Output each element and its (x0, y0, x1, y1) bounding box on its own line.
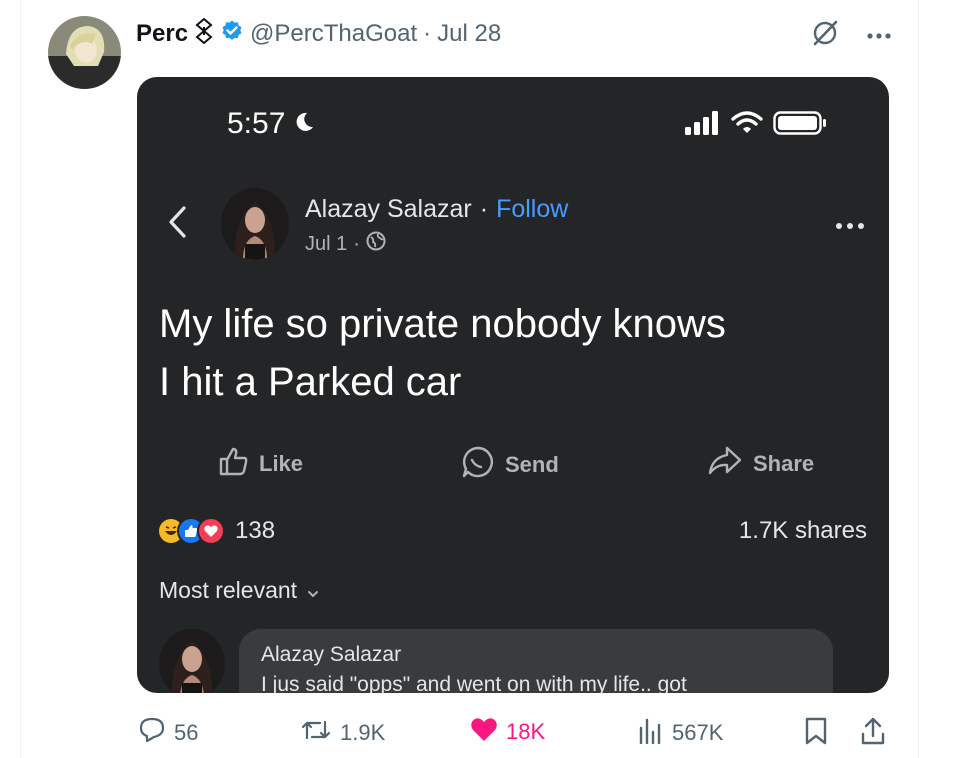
repost-button[interactable]: 1.9K (300, 716, 385, 750)
messenger-icon (461, 445, 495, 485)
author-avatar[interactable] (48, 16, 121, 89)
like-count: 18K (506, 719, 546, 744)
comment-sort[interactable]: Most relevant (159, 577, 319, 604)
views-button[interactable]: 567K (638, 716, 723, 750)
tweet-date[interactable]: Jul 28 (437, 20, 501, 48)
comment-author-avatar[interactable] (159, 629, 225, 693)
header-separator: · (423, 20, 432, 47)
user-handle[interactable]: @PercThaGoat (250, 20, 417, 48)
comment-text: I jus said "opps" and went on with my li… (261, 673, 687, 693)
share-icon[interactable] (860, 716, 886, 746)
attached-image[interactable]: 5:57 Alazay Salazar · Follow Jul 1 · My … (137, 77, 889, 693)
like-label: Like (259, 451, 304, 476)
thumbs-up-icon (217, 445, 249, 483)
post-meta-separator: · (353, 232, 360, 255)
repost-count: 1.9K (340, 720, 386, 745)
tweet-page: Perc @PercThaGoat · Jul 28 5:57 Alazay S… (0, 0, 958, 758)
post-author-separator: · (479, 195, 489, 223)
tweet-top-actions (810, 18, 892, 53)
post-date: Jul 1 (305, 232, 348, 255)
reply-button[interactable]: 56 (138, 716, 198, 750)
chevron-down-icon (307, 577, 319, 604)
display-name[interactable]: Perc (136, 20, 188, 48)
battery-icon (773, 111, 827, 140)
love-reaction-icon (197, 517, 225, 545)
like-button[interactable]: 18K (470, 716, 545, 748)
post-author-line: Alazay Salazar · Follow (305, 195, 568, 224)
repost-icon (300, 716, 332, 750)
reaction-count: 138 (235, 517, 276, 544)
send-label: Send (505, 452, 559, 477)
engagement-bar: 56 1.9K 18K 567K (134, 716, 894, 752)
back-chevron-icon[interactable] (167, 205, 187, 244)
like-action[interactable]: Like (217, 445, 303, 483)
post-author-avatar[interactable] (221, 188, 289, 260)
post-more-icon[interactable] (835, 217, 865, 235)
post-text: My life so private nobody knows I hit a … (159, 295, 869, 411)
status-time-text: 5:57 (227, 107, 286, 140)
share-label: Share (753, 451, 815, 476)
follow-button[interactable]: Follow (496, 195, 568, 224)
grok-icon[interactable] (810, 18, 840, 53)
heart-icon (470, 716, 498, 748)
share-action[interactable]: Share (707, 445, 814, 483)
post-author-name[interactable]: Alazay Salazar (305, 195, 472, 224)
reply-count: 56 (174, 720, 199, 745)
post-text-line-1: My life so private nobody knows (159, 302, 726, 346)
bookmark-icon[interactable] (804, 716, 828, 746)
column-border-left (20, 0, 21, 758)
tweet-header: Perc @PercThaGoat · Jul 28 (136, 17, 501, 51)
send-action[interactable]: Send (461, 445, 559, 485)
views-count: 567K (672, 720, 724, 745)
affiliate-badge-icon (194, 17, 214, 51)
post-actions: Like Send Share (137, 445, 889, 481)
globe-icon (366, 231, 386, 257)
reaction-summary[interactable]: 138 (157, 517, 275, 545)
reply-icon (138, 716, 166, 750)
analytics-icon (638, 716, 664, 750)
share-arrow-icon (707, 445, 743, 483)
moon-icon (293, 107, 315, 141)
shares-count[interactable]: 1.7K shares (739, 517, 867, 545)
status-bar-time: 5:57 (227, 107, 315, 141)
verified-badge-icon (220, 19, 244, 50)
post-meta: Jul 1 · (305, 231, 386, 257)
comment-bubble[interactable]: Alazay Salazar I jus said "opps" and wen… (239, 629, 833, 693)
sort-label: Most relevant (159, 577, 298, 603)
wifi-icon (731, 111, 763, 140)
more-options-icon[interactable] (866, 27, 892, 45)
comment-author-name[interactable]: Alazay Salazar (261, 643, 811, 667)
post-text-line-2: I hit a Parked car (159, 360, 462, 404)
status-bar-icons (685, 111, 827, 140)
column-border-right (918, 0, 919, 758)
cellular-signal-icon (685, 111, 721, 140)
